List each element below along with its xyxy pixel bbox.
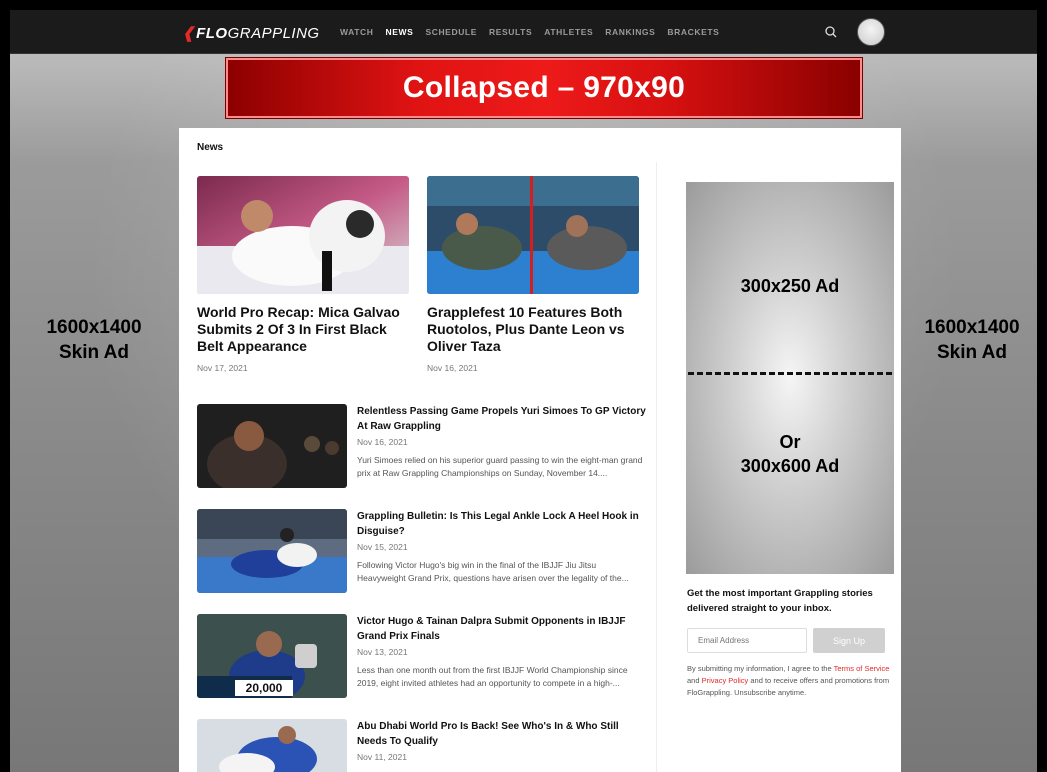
nav-results[interactable]: RESULTS: [489, 27, 532, 37]
article-thumbnail-2[interactable]: [197, 509, 347, 593]
top-nav: ❰FLOGRAPPLING WATCH NEWS SCHEDULE RESULT…: [10, 10, 1037, 54]
article-thumbnail-1[interactable]: [197, 404, 347, 488]
article-item-2[interactable]: Grappling Bulletin: Is This Legal Ankle …: [197, 509, 647, 599]
nav-brackets[interactable]: BRACKETS: [667, 27, 719, 37]
nav-news[interactable]: NEWS: [386, 27, 414, 37]
nav-links: WATCH NEWS SCHEDULE RESULTS ATHLETES RAN…: [340, 27, 731, 37]
nav-rankings[interactable]: RANKINGS: [605, 27, 655, 37]
article-thumbnail-4[interactable]: [197, 719, 347, 772]
skin-ad-right-size: 1600x1400: [924, 317, 1020, 338]
article-item-3[interactable]: 20,000 Victor Hugo & Tainan Dalpra Submi…: [197, 614, 647, 704]
article-title-3[interactable]: Victor Hugo & Tainan Dalpra Submit Oppon…: [357, 614, 647, 644]
privacy-link[interactable]: Privacy Policy: [702, 676, 749, 685]
article-date-1: Nov 16, 2021: [357, 437, 408, 447]
skin-ad-left-size: 1600x1400: [46, 317, 142, 338]
signup-button[interactable]: Sign Up: [813, 628, 885, 653]
column-divider: [656, 162, 657, 772]
nav-athletes[interactable]: ATHLETES: [544, 27, 593, 37]
flo-logo-mark-icon: ❰: [182, 25, 196, 42]
user-avatar[interactable]: [857, 18, 885, 46]
nav-schedule[interactable]: SCHEDULE: [425, 27, 477, 37]
featured-thumbnail-1[interactable]: [197, 176, 409, 294]
article-desc-2: Following Victor Hugo's big win in the f…: [357, 560, 629, 583]
article-date-3: Nov 13, 2021: [357, 647, 408, 657]
featured-title-1[interactable]: World Pro Recap: Mica Galvao Submits 2 O…: [197, 304, 409, 355]
article-title-1[interactable]: Relentless Passing Game Propels Yuri Sim…: [357, 404, 647, 434]
article-title-4[interactable]: Abu Dhabi World Pro Is Back! See Who's I…: [357, 719, 647, 749]
skin-ad-right[interactable]: 1600x1400 Skin Ad: [897, 315, 1037, 365]
article-text-2: Grappling Bulletin: Is This Legal Ankle …: [357, 509, 647, 585]
side-ad-label-300x250: 300x250 Ad: [740, 276, 840, 296]
search-icon[interactable]: [822, 23, 840, 41]
terms-link[interactable]: Terms of Service: [834, 664, 890, 673]
newsletter-disclaimer: By submitting my information, I agree to…: [687, 663, 892, 699]
logo-flo-text: FLO: [196, 25, 228, 42]
email-input[interactable]: [687, 628, 807, 653]
skin-ad-left[interactable]: 1600x1400 Skin Ad: [19, 315, 169, 365]
article-text-1: Relentless Passing Game Propels Yuri Sim…: [357, 404, 647, 480]
featured-thumbnail-2[interactable]: [427, 176, 639, 294]
article-date-2: Nov 15, 2021: [357, 542, 408, 552]
article-title-2[interactable]: Grappling Bulletin: Is This Legal Ankle …: [357, 509, 647, 539]
article-date-4: Nov 11, 2021: [357, 752, 407, 762]
side-ad[interactable]: 300x250 Ad Or 300x600 Ad: [686, 182, 894, 574]
section-title: News: [197, 142, 224, 153]
disclaimer-text-2: and: [687, 676, 702, 685]
featured-article-1[interactable]: World Pro Recap: Mica Galvao Submits 2 O…: [197, 176, 409, 373]
featured-title-2[interactable]: Grapplefest 10 Features Both Ruotolos, P…: [427, 304, 639, 355]
logo-sport-text: GRAPPLING: [227, 25, 320, 42]
featured-date-1: Nov 17, 2021: [197, 363, 248, 373]
featured-article-2[interactable]: Grapplefest 10 Features Both Ruotolos, P…: [427, 176, 639, 373]
side-ad-label-300x600: 300x600 Ad: [740, 456, 840, 476]
featured-date-2: Nov 16, 2021: [427, 363, 478, 373]
banner-ad-label: Collapsed – 970x90: [402, 71, 686, 104]
page-frame: ❰FLOGRAPPLING WATCH NEWS SCHEDULE RESULT…: [10, 10, 1037, 772]
article-text-3: Victor Hugo & Tainan Dalpra Submit Oppon…: [357, 614, 647, 690]
article-item-4[interactable]: Abu Dhabi World Pro Is Back! See Who's I…: [197, 719, 647, 772]
thumbnail-overlay-number: 20,000: [235, 680, 293, 696]
article-desc-3: Less than one month out from the first I…: [357, 665, 628, 688]
skin-ad-right-label: Skin Ad: [936, 342, 1008, 363]
skin-ad-left-label: Skin Ad: [58, 342, 130, 363]
flograppling-logo[interactable]: ❰FLOGRAPPLING: [182, 24, 320, 42]
banner-ad-970x90[interactable]: Collapsed – 970x90: [226, 58, 862, 118]
side-ad-label-or: Or: [779, 432, 801, 452]
article-item-1[interactable]: Relentless Passing Game Propels Yuri Sim…: [197, 404, 647, 494]
article-desc-1: Yuri Simoes relied on his superior guard…: [357, 455, 643, 478]
side-ad-dashed-divider: [688, 372, 892, 375]
newsletter-title: Get the most important Grappling stories…: [687, 588, 873, 614]
news-content: News World Pro Recap: Mica Galvao Submit…: [179, 128, 901, 772]
disclaimer-text-1: By submitting my information, I agree to…: [687, 664, 834, 673]
article-thumbnail-3[interactable]: 20,000: [197, 614, 347, 698]
article-text-4: Abu Dhabi World Pro Is Back! See Who's I…: [357, 719, 647, 762]
nav-watch[interactable]: WATCH: [340, 27, 374, 37]
